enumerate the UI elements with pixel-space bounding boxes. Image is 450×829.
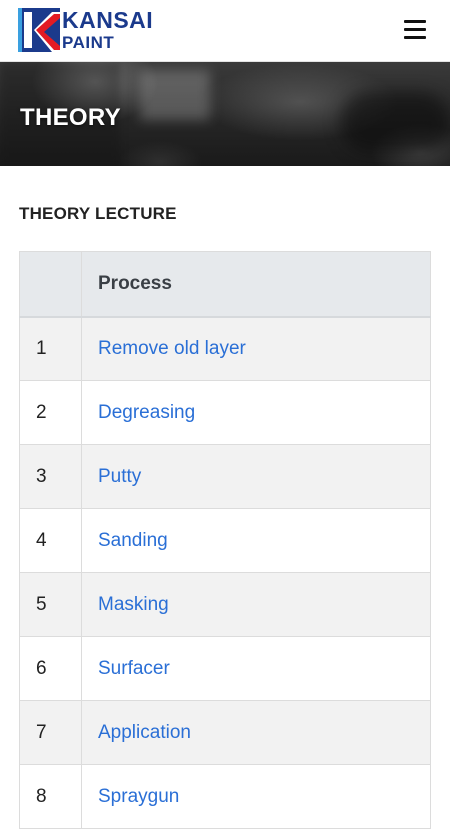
hamburger-menu-icon[interactable] — [404, 20, 426, 40]
table-row: 2 Degreasing — [19, 380, 431, 445]
row-number: 2 — [19, 380, 82, 445]
process-link[interactable]: Sanding — [98, 530, 168, 551]
table-row: 5 Masking — [19, 572, 431, 637]
table-row: 6 Surfacer — [19, 636, 431, 701]
process-cell: Putty — [81, 444, 431, 509]
process-link[interactable]: Application — [98, 722, 191, 743]
kansai-paint-logo[interactable]: KANSAI PAINT — [18, 8, 168, 54]
page-title: THEORY — [20, 104, 121, 131]
process-link[interactable]: Masking — [98, 594, 169, 615]
menu-bar-bottom — [404, 36, 426, 39]
process-cell: Surfacer — [81, 636, 431, 701]
row-number: 7 — [19, 700, 82, 765]
table-row: 7 Application — [19, 700, 431, 765]
process-link[interactable]: Degreasing — [98, 402, 195, 423]
table-row: 1 Remove old layer — [19, 316, 431, 381]
process-cell: Degreasing — [81, 380, 431, 445]
kansai-logo-icon — [18, 8, 60, 52]
process-link[interactable]: Surfacer — [98, 658, 170, 679]
section-title: THEORY LECTURE — [19, 204, 177, 223]
process-cell: Spraygun — [81, 764, 431, 829]
row-number: 4 — [19, 508, 82, 573]
process-link[interactable]: Remove old layer — [98, 338, 246, 359]
row-number: 8 — [19, 764, 82, 829]
process-cell: Application — [81, 700, 431, 765]
row-number: 3 — [19, 444, 82, 509]
column-header-number — [19, 251, 82, 318]
table-header-row: Process — [19, 251, 431, 318]
row-number: 1 — [19, 316, 82, 381]
process-table: Process 1 Remove old layer 2 Degreasing … — [19, 251, 431, 829]
banner-photo-shadow — [340, 92, 450, 152]
process-cell: Remove old layer — [81, 316, 431, 381]
process-cell: Sanding — [81, 508, 431, 573]
menu-bar-top — [404, 20, 426, 23]
brand-name-line1: KANSAI — [62, 7, 154, 33]
brand-wordmark: KANSAI PAINT — [62, 7, 154, 52]
row-number: 5 — [19, 572, 82, 637]
top-navigation-bar: KANSAI PAINT — [0, 0, 450, 62]
page-banner: THEORY — [0, 62, 450, 166]
brand-name-line2: PAINT — [62, 33, 115, 52]
process-link[interactable]: Putty — [98, 466, 141, 487]
process-table-container: Process 1 Remove old layer 2 Degreasing … — [19, 251, 431, 829]
column-header-process: Process — [81, 251, 431, 318]
menu-bar-middle — [404, 28, 426, 31]
row-number: 6 — [19, 636, 82, 701]
table-row: 8 Spraygun — [19, 764, 431, 829]
process-link[interactable]: Spraygun — [98, 786, 179, 807]
table-row: 3 Putty — [19, 444, 431, 509]
table-row: 4 Sanding — [19, 508, 431, 573]
banner-photo-highlight — [140, 70, 210, 120]
process-cell: Masking — [81, 572, 431, 637]
